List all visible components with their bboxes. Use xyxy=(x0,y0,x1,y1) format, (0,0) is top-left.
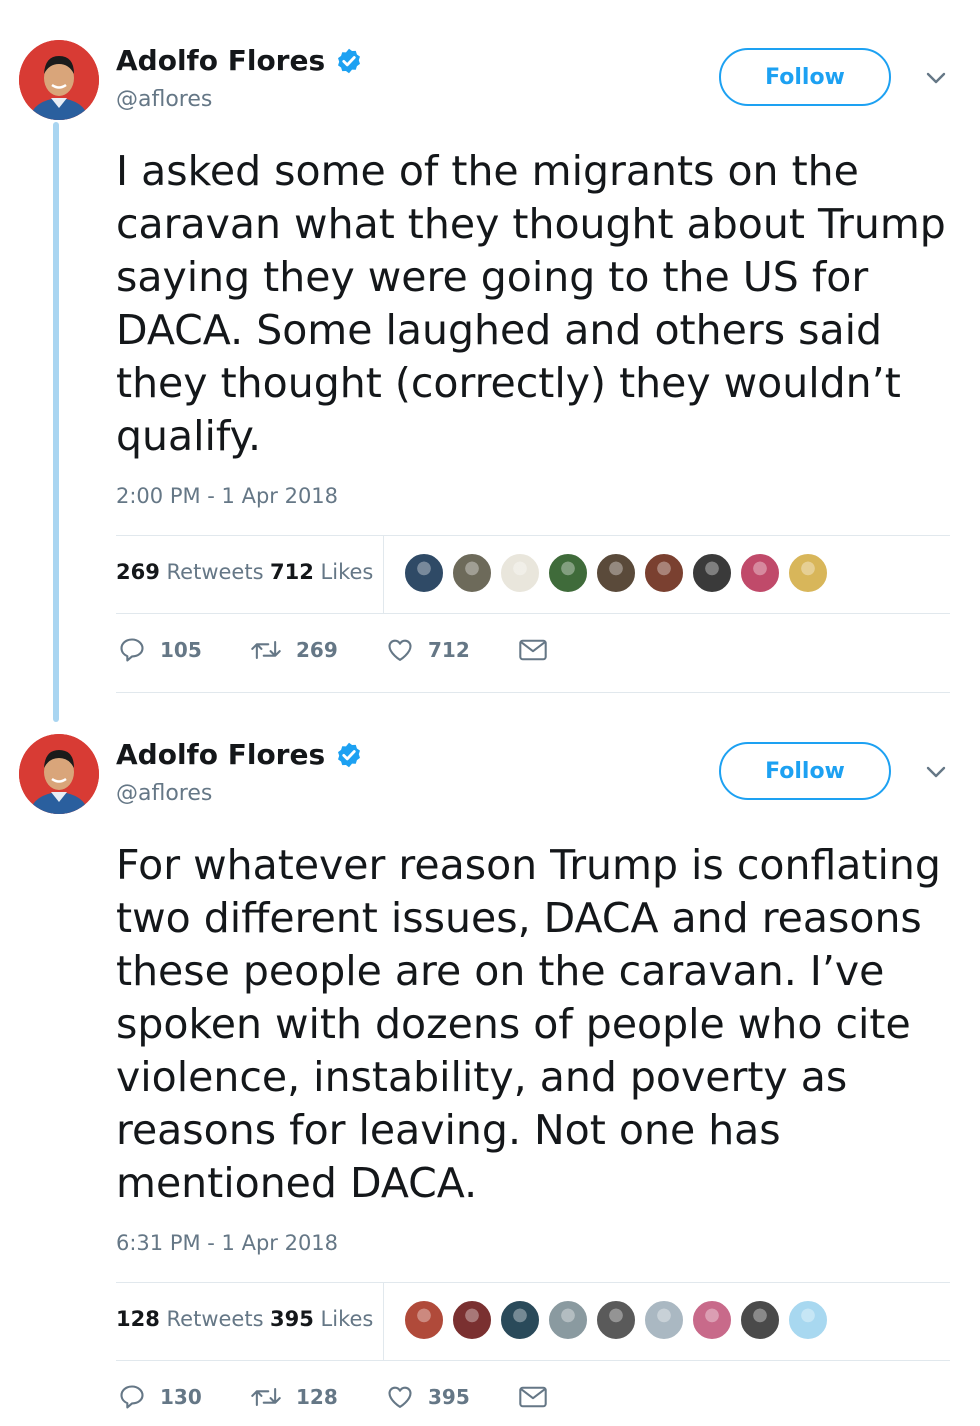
divider xyxy=(116,613,950,614)
liker-avatar[interactable] xyxy=(403,1299,445,1341)
tweet-timestamp[interactable]: 6:31 PM - 1 Apr 2018 xyxy=(116,1231,338,1255)
verified-badge-icon xyxy=(338,742,361,767)
retweets-label: Retweets xyxy=(166,1307,264,1331)
likes-stat[interactable]: 712 Likes xyxy=(270,560,373,584)
liker-avatar[interactable] xyxy=(403,552,445,594)
author-name-text[interactable]: Adolfo Flores xyxy=(116,44,325,77)
direct-message-icon xyxy=(519,639,547,661)
like-button[interactable]: 395 xyxy=(386,1383,470,1411)
divider xyxy=(116,692,950,693)
author-avatar[interactable] xyxy=(19,40,99,120)
author-name[interactable]: Adolfo Flores xyxy=(116,44,363,77)
retweets-count: 128 xyxy=(116,1307,160,1331)
follow-button[interactable]: Follow xyxy=(719,742,891,800)
reply-count: 105 xyxy=(160,638,202,662)
chevron-down-icon[interactable] xyxy=(924,66,948,90)
like-icon xyxy=(388,639,412,661)
likes-label: Likes xyxy=(320,560,374,584)
reply-count: 130 xyxy=(160,1385,202,1409)
author-name-text[interactable]: Adolfo Flores xyxy=(116,738,325,771)
likes-count: 395 xyxy=(270,1307,314,1331)
likes-stat[interactable]: 395 Likes xyxy=(270,1307,373,1331)
tweet-text: I asked some of the migrants on the cara… xyxy=(116,147,946,460)
liker-avatar[interactable] xyxy=(787,1299,829,1341)
liker-avatar[interactable] xyxy=(787,552,829,594)
liker-avatar[interactable] xyxy=(739,552,781,594)
liker-avatar[interactable] xyxy=(451,1299,493,1341)
liker-avatar[interactable] xyxy=(499,552,541,594)
tweet-stats: 269 Retweets 712 Likes xyxy=(116,536,950,614)
reply-button[interactable]: 130 xyxy=(118,1383,202,1411)
chevron-down-icon[interactable] xyxy=(924,760,948,784)
tweet-text: For whatever reason Trump is conflating … xyxy=(116,841,941,1207)
liker-avatar[interactable] xyxy=(547,552,589,594)
retweet-button[interactable]: 269 xyxy=(250,636,338,664)
liker-avatar[interactable] xyxy=(739,1299,781,1341)
liker-avatar[interactable] xyxy=(547,1299,589,1341)
liker-avatar[interactable] xyxy=(691,552,733,594)
retweet-icon xyxy=(251,1387,281,1407)
direct-message-button[interactable] xyxy=(518,1383,562,1411)
retweets-stat[interactable]: 269 Retweets xyxy=(116,560,264,584)
like-count: 395 xyxy=(428,1385,470,1409)
liker-avatar[interactable] xyxy=(595,1299,637,1341)
stats-divider xyxy=(383,536,384,614)
liker-avatar[interactable] xyxy=(643,1299,685,1341)
stats-divider xyxy=(383,1283,384,1361)
author-name[interactable]: Adolfo Flores xyxy=(116,738,363,771)
retweets-label: Retweets xyxy=(166,560,264,584)
reply-icon xyxy=(120,1385,144,1409)
reply-button[interactable]: 105 xyxy=(118,636,202,664)
retweet-icon xyxy=(251,640,281,660)
thread-line xyxy=(53,122,59,722)
author-handle[interactable]: @aflores xyxy=(116,87,212,112)
author-avatar[interactable] xyxy=(19,734,99,814)
like-count: 712 xyxy=(428,638,470,662)
tweet-stats: 128 Retweets 395 Likes xyxy=(116,1283,950,1361)
tweet-actions: 105 269 712 xyxy=(116,628,950,678)
tweet-actions: 130 128 395 xyxy=(116,1375,950,1425)
verified-badge-icon xyxy=(338,48,361,73)
retweets-stat[interactable]: 128 Retweets xyxy=(116,1307,264,1331)
like-button[interactable]: 712 xyxy=(386,636,470,664)
likes-label: Likes xyxy=(320,1307,374,1331)
retweet-count: 128 xyxy=(296,1385,338,1409)
divider xyxy=(116,1360,950,1361)
liker-avatar[interactable] xyxy=(451,552,493,594)
liker-avatar[interactable] xyxy=(499,1299,541,1341)
follow-button[interactable]: Follow xyxy=(719,48,891,106)
tweet-2: Adolfo Flores @aflores Follow For whatev… xyxy=(0,712,980,1426)
liker-avatar[interactable] xyxy=(595,552,637,594)
retweet-count: 269 xyxy=(296,638,338,662)
direct-message-button[interactable] xyxy=(518,636,562,664)
liker-avatar[interactable] xyxy=(691,1299,733,1341)
tweet-1: Adolfo Flores @aflores Follow I asked so… xyxy=(0,0,980,722)
direct-message-icon xyxy=(519,1386,547,1408)
likes-count: 712 xyxy=(270,560,314,584)
tweet-timestamp[interactable]: 2:00 PM - 1 Apr 2018 xyxy=(116,484,338,508)
retweets-count: 269 xyxy=(116,560,160,584)
reply-icon xyxy=(120,638,144,662)
retweet-button[interactable]: 128 xyxy=(250,1383,338,1411)
like-icon xyxy=(388,1386,412,1408)
liker-avatar[interactable] xyxy=(643,552,685,594)
author-handle[interactable]: @aflores xyxy=(116,781,212,806)
